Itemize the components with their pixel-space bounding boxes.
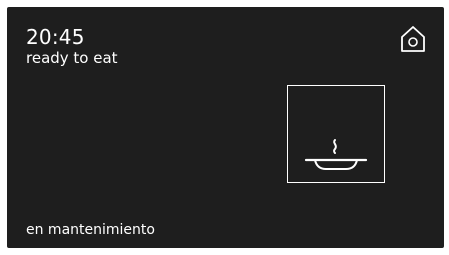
- oven-display-screen: 20:45 ready to eat en mantenimiento: [7, 7, 444, 248]
- mode-text: en mantenimiento: [26, 222, 155, 238]
- steaming-plate-icon: [304, 139, 368, 170]
- status-text: ready to eat: [26, 49, 118, 67]
- clock-time: 20:45: [26, 25, 85, 49]
- home-icon: [401, 26, 425, 52]
- home-button[interactable]: [399, 24, 427, 54]
- dish-status-panel: [287, 85, 385, 183]
